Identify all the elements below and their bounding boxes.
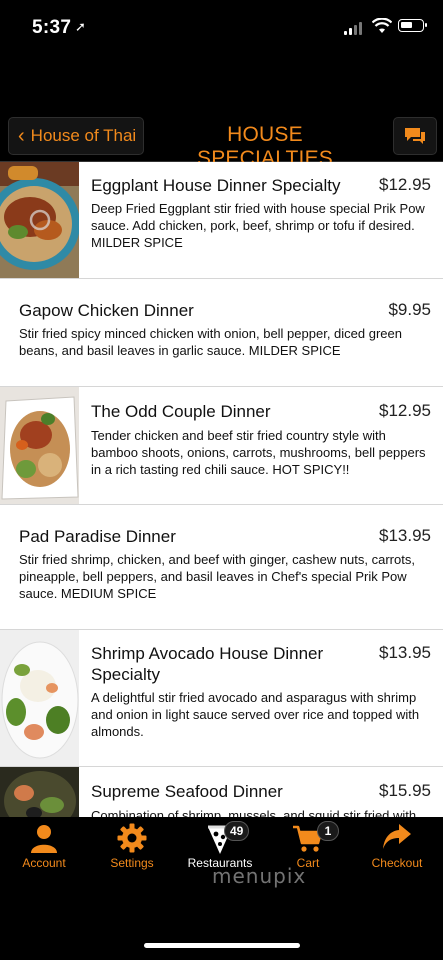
- cart-count-badge: 1: [317, 821, 339, 841]
- item-price: $15.95: [379, 781, 431, 800]
- item-price: $12.95: [379, 175, 431, 194]
- item-name: The Odd Couple Dinner: [91, 402, 271, 421]
- item-description: A delightful stir fried avocado and aspa…: [91, 690, 420, 739]
- item-description: Tender chicken and beef stir fried count…: [91, 428, 426, 477]
- item-name: Supreme Seafood Dinner: [91, 782, 283, 801]
- menu-item[interactable]: Pad Paradise Dinner $13.95 Stir fried sh…: [0, 505, 443, 630]
- food-photo: [0, 387, 79, 504]
- status-bar: 5:37 ➚: [0, 0, 443, 60]
- item-price: $13.95: [379, 643, 431, 662]
- item-name: Eggplant House Dinner Specialty: [91, 176, 341, 195]
- tab-label: Settings: [110, 856, 154, 870]
- gear-icon: [117, 823, 147, 853]
- chat-button[interactable]: [393, 117, 437, 155]
- wifi-icon: [372, 18, 392, 33]
- battery-icon: [398, 19, 427, 32]
- nav-bar: ‹ House of Thai HOUSE SPECIALTIES: [0, 110, 443, 170]
- back-button-label: House of Thai: [30, 126, 137, 145]
- menu-item[interactable]: Supreme Seafood Dinner $15.95 Combinatio…: [0, 767, 443, 817]
- share-arrow-icon: [383, 824, 411, 849]
- item-price: $12.95: [379, 401, 431, 420]
- home-indicator[interactable]: [144, 943, 300, 948]
- menu-item[interactable]: The Odd Couple Dinner $12.95 Tender chic…: [0, 387, 443, 505]
- tab-settings[interactable]: Settings: [88, 817, 176, 877]
- item-description: Stir fried spicy minced chicken with oni…: [19, 326, 402, 358]
- status-time: 5:37: [32, 17, 72, 38]
- item-name: Pad Paradise Dinner: [19, 527, 176, 546]
- food-photo: [0, 630, 79, 766]
- item-description: Combination of shrimp, mussels, and squi…: [91, 808, 417, 817]
- tab-label: Account: [22, 856, 66, 870]
- screen: 5:37 ➚ ‹ House of Thai HOUSE SPECIALTIES: [0, 0, 443, 960]
- watermark: menupix: [212, 864, 307, 888]
- item-price: $9.95: [388, 300, 431, 319]
- menu-list[interactable]: Eggplant House Dinner Specialty $12.95 D…: [0, 162, 443, 817]
- menu-item[interactable]: Eggplant House Dinner Specialty $12.95 D…: [0, 162, 443, 279]
- menu-item[interactable]: Gapow Chicken Dinner $9.95 Stir fried sp…: [0, 279, 443, 387]
- tab-checkout[interactable]: Checkout: [353, 817, 441, 877]
- person-icon: [31, 825, 57, 853]
- restaurants-count-badge: 49: [224, 821, 250, 841]
- cellular-signal-icon: [344, 22, 366, 35]
- food-photo: [0, 162, 79, 278]
- chat-bubble-icon: [405, 128, 425, 144]
- item-description: Stir fried shrimp, chicken, and beef wit…: [19, 552, 415, 601]
- item-name: Gapow Chicken Dinner: [19, 301, 194, 320]
- location-arrow-icon: ➚: [75, 19, 86, 34]
- back-button[interactable]: ‹ House of Thai: [8, 117, 144, 155]
- food-photo: [0, 767, 79, 817]
- tab-account[interactable]: Account: [0, 817, 88, 877]
- tab-bar: Account Settings 49 Restaurants 1 Cart C…: [0, 817, 443, 960]
- item-description: Deep Fried Eggplant stir fried with hous…: [91, 201, 425, 250]
- item-name: Shrimp Avocado House Dinner Specialty: [91, 644, 324, 684]
- tab-label: Checkout: [371, 856, 423, 870]
- chevron-left-icon: ‹: [18, 125, 25, 147]
- item-price: $13.95: [379, 526, 431, 545]
- menu-item[interactable]: Shrimp Avocado House Dinner Specialty $1…: [0, 630, 443, 767]
